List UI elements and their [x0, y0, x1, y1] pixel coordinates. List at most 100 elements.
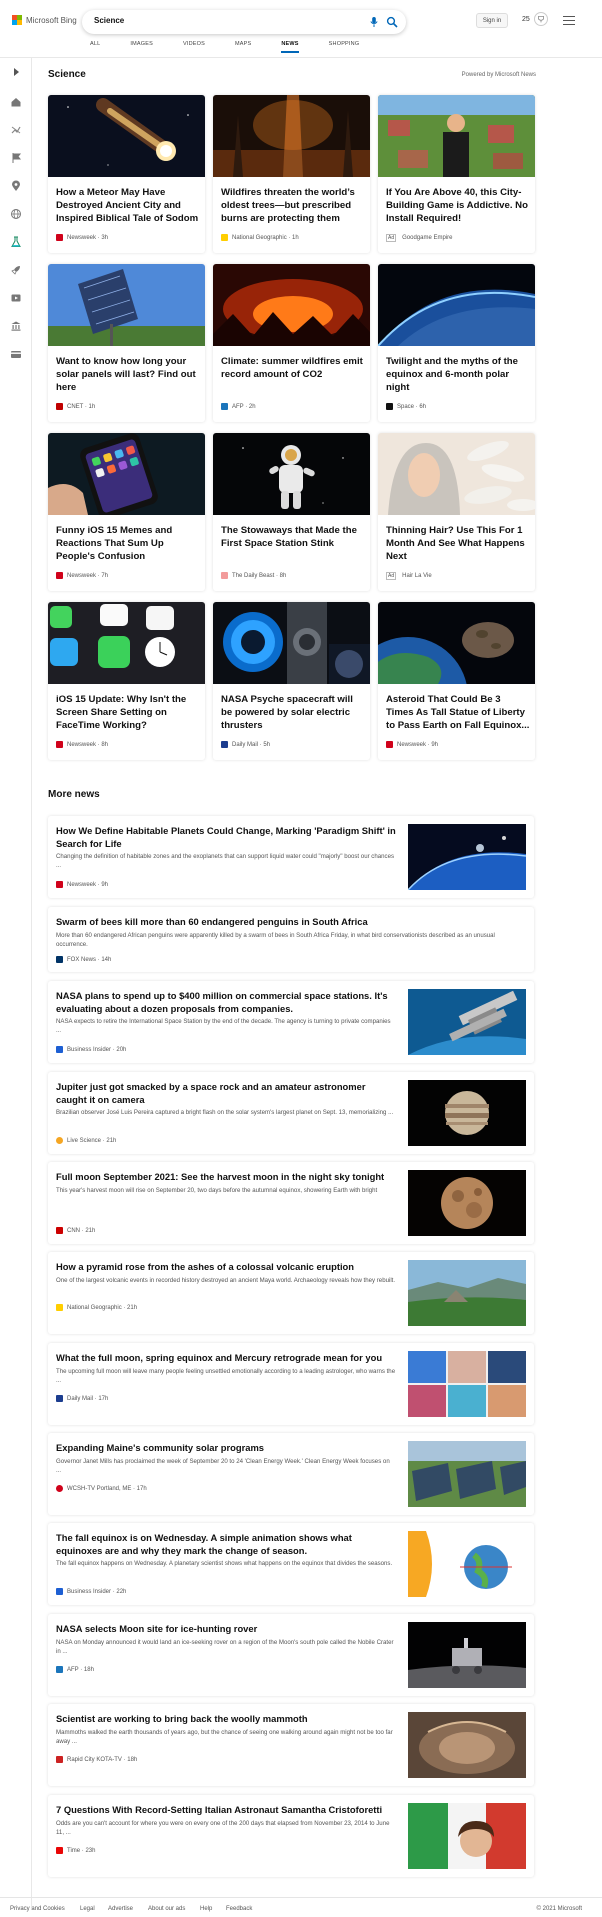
news-snippet: The upcoming full moon will leave many p…: [56, 1368, 396, 1384]
news-card[interactable]: How a Meteor May Have Destroyed Ancient …: [48, 95, 205, 253]
news-item[interactable]: How a pyramid rose from the ashes of a c…: [48, 1252, 534, 1334]
logo-text: Microsoft Bing: [26, 15, 77, 25]
news-item[interactable]: How We Define Habitable Planets Could Ch…: [48, 816, 534, 898]
news-item[interactable]: NASA plans to spend up to $400 million o…: [48, 981, 534, 1063]
source-text: Rapid City KOTA-TV · 18h: [67, 1756, 138, 1763]
news-title[interactable]: Full moon September 2021: See the harves…: [56, 1170, 396, 1183]
footer-link-legal[interactable]: Legal: [80, 1906, 95, 1912]
news-image: [408, 1712, 526, 1778]
news-title[interactable]: Jupiter just got smacked by a space rock…: [56, 1080, 396, 1106]
news-title[interactable]: 7 Questions With Record-Setting Italian …: [56, 1803, 396, 1816]
news-item[interactable]: 7 Questions With Record-Setting Italian …: [48, 1795, 534, 1877]
news-item[interactable]: Jupiter just got smacked by a space rock…: [48, 1072, 534, 1154]
footer-link-advertise[interactable]: Advertise: [108, 1906, 133, 1912]
card-title[interactable]: Funny iOS 15 Memes and Reactions That Su…: [56, 524, 200, 563]
news-item[interactable]: Scientist are working to bring back the …: [48, 1704, 534, 1786]
news-title[interactable]: Expanding Maine's community solar progra…: [56, 1441, 396, 1454]
news-title[interactable]: Scientist are working to bring back the …: [56, 1712, 396, 1725]
video-icon[interactable]: [10, 292, 22, 304]
news-card[interactable]: Funny iOS 15 Memes and Reactions That Su…: [48, 433, 205, 591]
card-title[interactable]: NASA Psyche spacecraft will be powered b…: [221, 693, 365, 732]
microsoft-logo-icon: [12, 15, 22, 25]
card-image: [48, 602, 205, 684]
card-title[interactable]: Want to know how long your solar panels …: [56, 355, 200, 394]
news-title[interactable]: How a pyramid rose from the ashes of a c…: [56, 1260, 396, 1273]
news-card[interactable]: If You Are Above 40, this City-Building …: [378, 95, 535, 253]
ad-badge: Ad: [386, 234, 397, 242]
home-icon[interactable]: [10, 96, 22, 108]
source-text: Business Insider · 22h: [67, 1588, 127, 1595]
news-image: [408, 1531, 526, 1597]
tab-all[interactable]: ALL: [90, 41, 100, 53]
flag-icon[interactable]: [10, 152, 22, 164]
card-title[interactable]: Asteroid That Could Be 3 Times As Tall S…: [386, 693, 530, 732]
source-logo-icon: [386, 403, 393, 410]
tab-images[interactable]: IMAGES: [130, 41, 153, 53]
bing-logo[interactable]: Microsoft Bing: [12, 15, 77, 25]
news-title[interactable]: NASA plans to spend up to $400 million o…: [56, 989, 396, 1015]
card-title[interactable]: How a Meteor May Have Destroyed Ancient …: [56, 186, 200, 225]
news-title[interactable]: NASA selects Moon site for ice-hunting r…: [56, 1622, 396, 1635]
globe-icon[interactable]: [10, 208, 22, 220]
card-title[interactable]: Twilight and the myths of the equinox an…: [386, 355, 530, 394]
footer-link-privacy[interactable]: Privacy and Cookies: [10, 1906, 65, 1912]
news-item[interactable]: NASA selects Moon site for ice-hunting r…: [48, 1614, 534, 1696]
news-image: [408, 1260, 526, 1326]
card-title[interactable]: The Stowaways that Made the First Space …: [221, 524, 365, 550]
news-card[interactable]: Climate: summer wildfires emit record am…: [213, 264, 370, 422]
location-pin-icon[interactable]: [10, 180, 22, 192]
card-title[interactable]: Thinning Hair? Use This For 1 Month And …: [386, 524, 530, 563]
news-item[interactable]: Expanding Maine's community solar progra…: [48, 1433, 534, 1515]
bank-icon[interactable]: [10, 320, 22, 332]
card-title[interactable]: Climate: summer wildfires emit record am…: [221, 355, 365, 381]
footer-link-about-ads[interactable]: About our ads: [148, 1906, 185, 1912]
trending-icon[interactable]: [10, 124, 22, 136]
source-logo-icon: [56, 403, 63, 410]
card-image: [48, 264, 205, 346]
news-card[interactable]: Want to know how long your solar panels …: [48, 264, 205, 422]
news-item[interactable]: Full moon September 2021: See the harves…: [48, 1162, 534, 1244]
tab-videos[interactable]: VIDEOS: [183, 41, 205, 53]
news-card[interactable]: Thinning Hair? Use This For 1 Month And …: [378, 433, 535, 591]
news-title[interactable]: How We Define Habitable Planets Could Ch…: [56, 824, 396, 850]
powered-by-label[interactable]: Powered by Microsoft News: [400, 72, 536, 78]
source-text: Goodgame Empire: [402, 235, 453, 241]
sign-in-button[interactable]: Sign in: [476, 13, 508, 28]
news-card[interactable]: iOS 15 Update: Why Isn't the Screen Shar…: [48, 602, 205, 760]
news-card[interactable]: NASA Psyche spacecraft will be powered b…: [213, 602, 370, 760]
footer-link-feedback[interactable]: Feedback: [226, 1906, 252, 1912]
source-logo-icon: [56, 1046, 63, 1053]
news-snippet: More than 60 endangered African penguins…: [56, 932, 495, 948]
card-icon[interactable]: [10, 348, 22, 360]
search-input[interactable]: [94, 16, 344, 25]
news-title[interactable]: The fall equinox is on Wednesday. A simp…: [56, 1531, 396, 1557]
card-title[interactable]: iOS 15 Update: Why Isn't the Screen Shar…: [56, 693, 200, 732]
science-icon[interactable]: [10, 236, 22, 248]
news-item[interactable]: The fall equinox is on Wednesday. A simp…: [48, 1523, 534, 1605]
tab-shopping[interactable]: SHOPPING: [329, 41, 360, 53]
card-title[interactable]: If You Are Above 40, this City-Building …: [386, 186, 530, 225]
search-icon[interactable]: [386, 16, 398, 28]
source-text: AFP · 18h: [67, 1666, 94, 1673]
news-card[interactable]: Twilight and the myths of the equinox an…: [378, 264, 535, 422]
card-image: [378, 433, 535, 515]
tab-news[interactable]: NEWS: [281, 41, 299, 53]
card-title[interactable]: Wildfires threaten the world’s oldest tr…: [221, 186, 365, 225]
news-card[interactable]: Asteroid That Could Be 3 Times As Tall S…: [378, 602, 535, 760]
microphone-icon[interactable]: [368, 16, 380, 28]
news-title[interactable]: What the full moon, spring equinox and M…: [56, 1351, 396, 1364]
news-card[interactable]: The Stowaways that Made the First Space …: [213, 433, 370, 591]
ad-badge: Ad: [386, 572, 397, 580]
rocket-icon[interactable]: [10, 264, 22, 276]
card-image: [378, 95, 535, 177]
tab-maps[interactable]: MAPS: [235, 41, 251, 53]
menu-icon[interactable]: [563, 16, 575, 25]
footer-link-help[interactable]: Help: [200, 1906, 212, 1912]
news-item[interactable]: What the full moon, spring equinox and M…: [48, 1343, 534, 1425]
rewards-trophy-icon[interactable]: [534, 12, 548, 26]
news-item[interactable]: Swarm of bees kill more than 60 endanger…: [48, 907, 534, 972]
news-card[interactable]: Wildfires threaten the world’s oldest tr…: [213, 95, 370, 253]
expand-arrow-icon[interactable]: [10, 66, 22, 78]
news-source: CNN · 21h: [56, 1227, 95, 1234]
news-title[interactable]: Swarm of bees kill more than 60 endanger…: [56, 915, 526, 928]
